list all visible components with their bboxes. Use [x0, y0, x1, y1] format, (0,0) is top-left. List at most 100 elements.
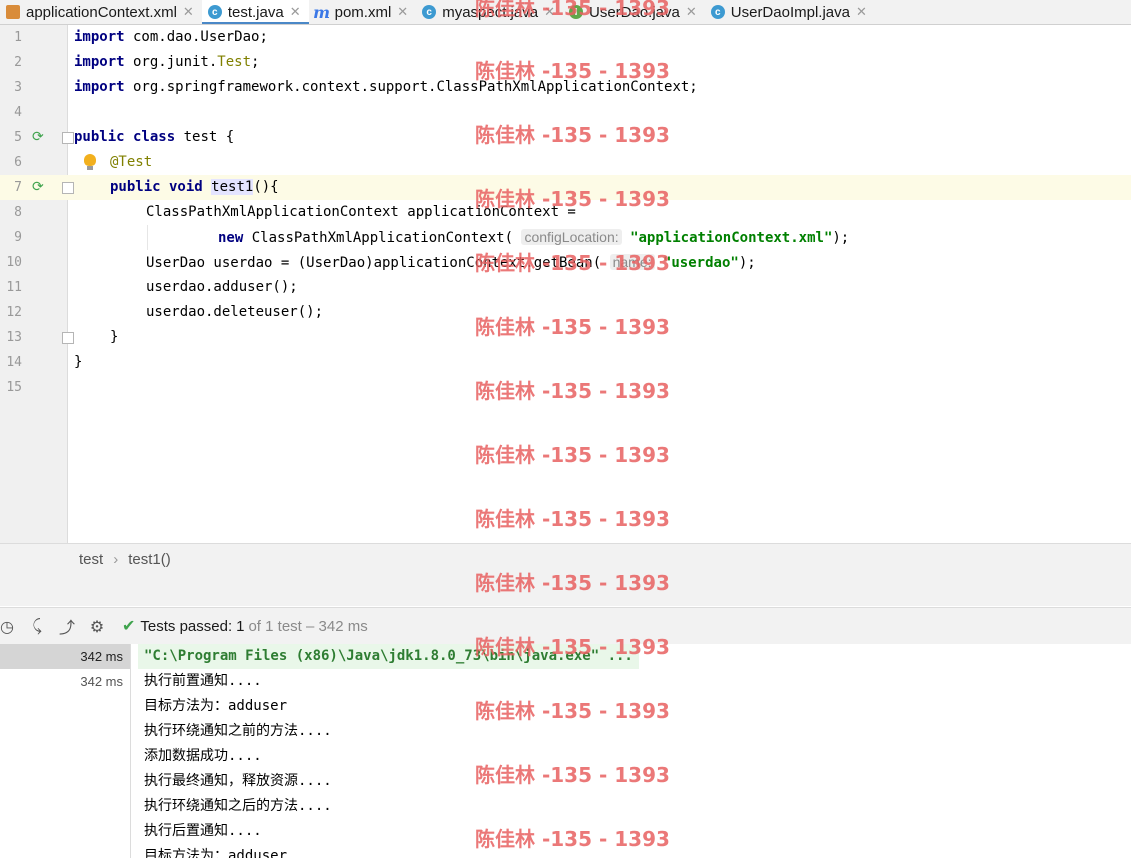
code-line[interactable]: 12 userdao.deleteuser();	[0, 300, 1131, 325]
code-line[interactable]: 6 @Test	[0, 150, 1131, 175]
line-number: 9	[14, 230, 22, 245]
fold-icon[interactable]	[62, 132, 74, 144]
breadcrumb-item-class[interactable]: test	[79, 551, 103, 568]
code-line[interactable]: 10 UserDao userdao = (UserDao)applicatio…	[0, 250, 1131, 275]
line-number: 10	[6, 255, 22, 270]
code-text: }	[74, 354, 83, 370]
line-number: 6	[14, 155, 22, 170]
tab-label: applicationContext.xml	[26, 3, 177, 21]
line-number: 15	[6, 380, 22, 395]
fold-icon[interactable]	[62, 332, 74, 344]
java-interface-icon: I	[568, 5, 583, 19]
close-icon[interactable]: ✕	[397, 4, 408, 20]
code-text: import org.springframework.context.suppo…	[74, 79, 698, 95]
console-line: 目标方法为：adduser	[144, 848, 288, 858]
code-text: import org.junit.Test;	[74, 54, 260, 70]
code-line[interactable]: 9 new ClassPathXmlApplicationContext( co…	[0, 225, 1131, 250]
code-line[interactable]: 1 import com.dao.UserDao;	[0, 25, 1131, 50]
line-number: 4	[14, 105, 22, 120]
code-line[interactable]: 15	[0, 375, 1131, 400]
tab-userdao-java[interactable]: I UserDao.java ✕	[563, 0, 705, 24]
test-results-tree[interactable]: 342 ms 342 ms	[0, 644, 131, 858]
code-line[interactable]: 8 ClassPathXmlApplicationContext applica…	[0, 200, 1131, 225]
console-line: 目标方法为：adduser	[144, 698, 288, 714]
line-number: 1	[14, 30, 22, 45]
status-label: Tests passed:	[140, 617, 233, 635]
tab-test-java[interactable]: c test.java ✕	[201, 0, 309, 24]
tab-label: pom.xml	[334, 3, 392, 21]
console-output[interactable]: "C:\Program Files (x86)\Java\jdk1.8.0_73…	[131, 644, 1131, 858]
code-line[interactable]: 13 }	[0, 325, 1131, 350]
console-line: 执行环绕通知之后的方法....	[144, 798, 332, 814]
console-line: 执行后置通知....	[144, 823, 262, 839]
test-status: ✔ Tests passed: 1 of 1 test – 342 ms	[122, 616, 368, 636]
code-line-current[interactable]: 7 ⟳ public void test1(){	[0, 175, 1131, 200]
close-icon[interactable]: ✕	[856, 4, 867, 20]
line-number: 2	[14, 55, 22, 70]
import-tests-icon[interactable]: ⤹	[26, 615, 48, 637]
code-line[interactable]: 5 ⟳ public class test {	[0, 125, 1131, 150]
tab-label: UserDaoImpl.java	[730, 3, 850, 21]
xml-file-icon	[6, 5, 20, 19]
code-line[interactable]: 3 import org.springframework.context.sup…	[0, 75, 1131, 100]
panel-divider[interactable]	[0, 574, 1131, 606]
run-test-icon[interactable]: ⟳	[32, 179, 48, 195]
line-number: 12	[6, 305, 22, 320]
tab-label: test.java	[227, 3, 284, 21]
line-number: 11	[6, 280, 22, 295]
console-line: 执行最终通知，释放资源....	[144, 773, 332, 789]
console-line: 执行前置通知....	[144, 673, 262, 689]
passed-count: 1	[236, 617, 245, 635]
line-number: 14	[6, 355, 22, 370]
tree-row[interactable]: 342 ms	[0, 669, 130, 694]
line-number: 13	[6, 330, 22, 345]
console-line: "C:\Program Files (x86)\Java\jdk1.8.0_73…	[138, 644, 639, 669]
code-line[interactable]: 14 }	[0, 350, 1131, 375]
tab-myaspect-java[interactable]: c myaspect.java ✕	[416, 0, 563, 24]
close-icon[interactable]: ✕	[290, 4, 301, 20]
history-icon[interactable]: ◷	[0, 615, 18, 637]
code-line[interactable]: 11 userdao.adduser();	[0, 275, 1131, 300]
line-number: 8	[14, 205, 22, 220]
line-number: 7	[14, 180, 22, 195]
close-icon[interactable]: ✕	[544, 4, 555, 20]
code-text: }	[110, 329, 119, 345]
tab-label: myaspect.java	[442, 3, 539, 21]
tab-userdaoimpl-java[interactable]: c UserDaoImpl.java ✕	[705, 0, 875, 24]
close-icon[interactable]: ✕	[183, 4, 194, 20]
tab-label: UserDao.java	[588, 3, 680, 21]
parameter-hint: name:	[609, 254, 655, 270]
code-text: @Test	[110, 154, 153, 170]
code-line[interactable]: 4	[0, 100, 1131, 125]
code-line[interactable]: 2 import org.junit.Test;	[0, 50, 1131, 75]
console-line: 添加数据成功....	[144, 748, 262, 764]
fold-icon[interactable]	[62, 182, 74, 194]
lightbulb-icon[interactable]	[84, 154, 96, 170]
status-detail: of 1 test – 342 ms	[248, 617, 368, 635]
code-text: userdao.adduser();	[146, 279, 298, 295]
run-toolbar: ◷ ⤹ ⤴ ⚙ ✔ Tests passed: 1 of 1 test – 34…	[0, 607, 1131, 645]
close-icon[interactable]: ✕	[686, 4, 697, 20]
code-editor[interactable]: 1 import com.dao.UserDao; 2 import org.j…	[0, 25, 1131, 543]
code-text: public void test1(){	[110, 179, 279, 195]
code-text: UserDao userdao = (UserDao)applicationCo…	[146, 254, 756, 271]
java-class-icon: c	[710, 5, 725, 19]
code-text: new ClassPathXmlApplicationContext( conf…	[218, 229, 850, 246]
parameter-hint: configLocation:	[521, 229, 622, 245]
tab-pom-xml[interactable]: m pom.xml ✕	[309, 0, 417, 24]
indent-guide	[147, 225, 148, 250]
breadcrumb: test › test1()	[0, 543, 1131, 575]
code-text: ClassPathXmlApplicationContext applicati…	[146, 204, 576, 220]
tab-applicationcontext-xml[interactable]: applicationContext.xml ✕	[0, 0, 202, 24]
settings-gear-icon[interactable]: ⚙	[86, 615, 108, 637]
code-text: userdao.deleteuser();	[146, 304, 324, 320]
java-class-icon: c	[422, 5, 437, 19]
maven-icon: m	[313, 2, 331, 22]
tree-row[interactable]: 342 ms	[0, 644, 130, 669]
breadcrumb-item-method[interactable]: test1()	[128, 551, 171, 568]
code-text: public class test {	[74, 129, 235, 145]
export-tests-icon[interactable]: ⤴	[56, 615, 78, 637]
run-test-icon[interactable]: ⟳	[32, 129, 48, 145]
breadcrumb-separator: ›	[113, 550, 119, 568]
line-number: 3	[14, 80, 22, 95]
